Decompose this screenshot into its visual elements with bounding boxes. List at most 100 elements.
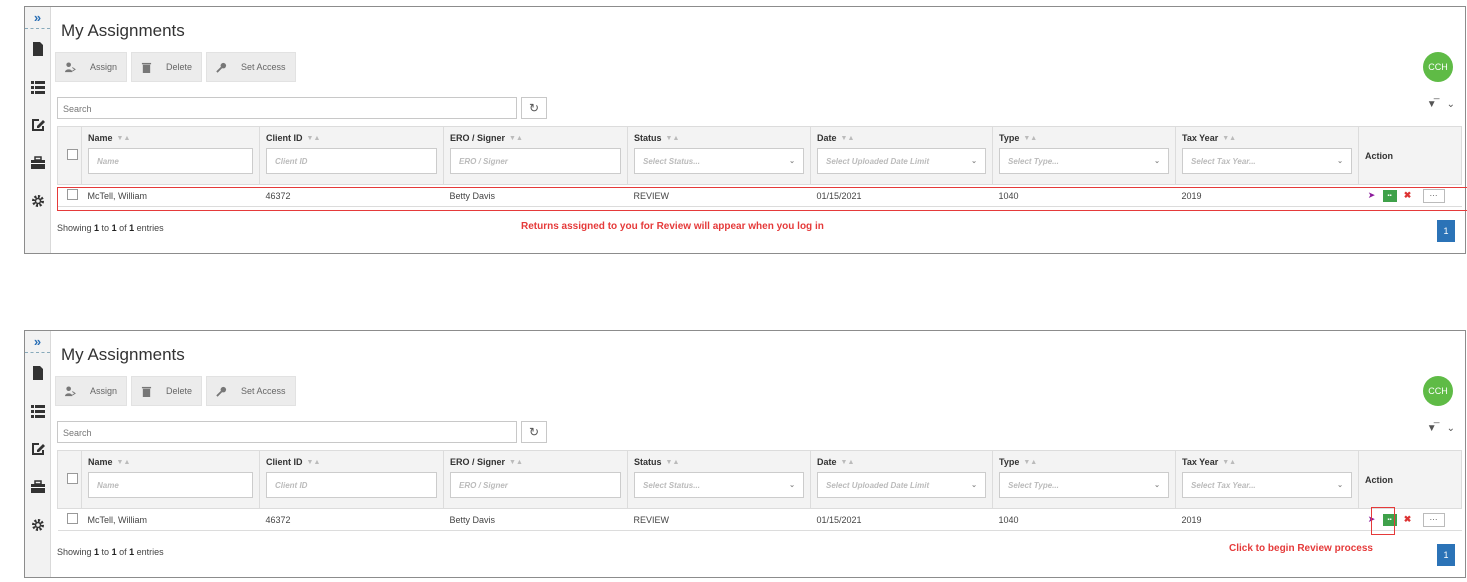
page-1-button[interactable]: 1 xyxy=(1437,544,1455,566)
column-filter-input[interactable]: Select Uploaded Date Limit ⌄ xyxy=(817,148,986,174)
column-header[interactable]: Type ▼▲ Select Type... ⌄ xyxy=(992,126,1176,185)
column-filter-input[interactable]: Select Tax Year... ⌄ xyxy=(1182,472,1352,498)
column-filter-input[interactable]: Select Uploaded Date Limit ⌄ xyxy=(817,472,986,498)
gear-icon[interactable] xyxy=(25,507,50,543)
column-header[interactable]: Name ▼▲ Name xyxy=(81,450,260,509)
column-filter-input[interactable]: ERO / Signer xyxy=(450,472,621,498)
refresh-icon[interactable]: ↻ xyxy=(521,97,547,119)
briefcase-icon[interactable] xyxy=(25,469,50,505)
column-header[interactable]: Action xyxy=(1358,450,1462,509)
column-header[interactable]: Status ▼▲ Select Status... ⌄ xyxy=(627,126,811,185)
column-header[interactable]: Date ▼▲ Select Uploaded Date Limit ⌄ xyxy=(810,450,993,509)
row-checkbox[interactable] xyxy=(66,513,78,524)
sort-icon[interactable]: ▼▲ xyxy=(1023,459,1037,466)
assign-button[interactable]: Assign xyxy=(55,376,128,406)
column-label: Client ID xyxy=(266,457,303,467)
delete-label: Delete xyxy=(166,62,193,72)
avatar[interactable]: CCH xyxy=(1423,52,1453,82)
column-label: Status xyxy=(634,133,662,143)
column-filter-input[interactable]: Select Status... ⌄ xyxy=(634,148,804,174)
column-header[interactable]: Client ID ▼▲ Client ID xyxy=(259,450,444,509)
column-filter-input[interactable]: Name xyxy=(88,472,253,498)
column-label: ERO / Signer xyxy=(450,457,506,467)
sort-icon[interactable]: ▼▲ xyxy=(509,135,523,142)
edit-icon[interactable] xyxy=(25,107,50,143)
list-icon[interactable] xyxy=(25,393,50,429)
column-header[interactable]: Name ▼▲ Name xyxy=(81,126,260,185)
sort-icon[interactable]: ▼▲ xyxy=(307,135,321,142)
filter-icon[interactable]: ▼̅ xyxy=(1427,423,1437,434)
sort-icon[interactable]: ▼▲ xyxy=(666,135,680,142)
sort-icon[interactable]: ▼▲ xyxy=(307,459,321,466)
list-icon[interactable] xyxy=(25,69,50,105)
cell-ero: Betty Davis xyxy=(443,508,628,531)
trash-icon xyxy=(141,386,152,397)
column-label: Type xyxy=(999,457,1020,467)
more-options-button[interactable]: ··· xyxy=(1422,512,1445,527)
refresh-icon[interactable]: ↻ xyxy=(521,421,547,443)
set-access-button[interactable]: Set Access xyxy=(206,376,296,406)
set-access-button[interactable]: Set Access xyxy=(206,52,296,82)
chevron-down-icon: ⌄ xyxy=(789,482,795,489)
column-filter-input[interactable]: Select Type... ⌄ xyxy=(999,148,1169,174)
assign-button[interactable]: Assign xyxy=(55,52,128,82)
column-filter-input[interactable]: Select Type... ⌄ xyxy=(999,472,1169,498)
chevron-down-icon[interactable]: ⌄ xyxy=(1447,99,1455,110)
assign-user-icon xyxy=(65,385,76,396)
column-header[interactable]: Tax Year ▼▲ Select Tax Year... ⌄ xyxy=(1175,126,1359,185)
close-icon[interactable]: ✖ xyxy=(1401,514,1415,526)
expand-sidebar-icon[interactable]: » xyxy=(25,331,50,353)
page-title: My Assignments xyxy=(61,345,185,364)
column-filter-input[interactable]: Select Status... ⌄ xyxy=(634,472,804,498)
search-input[interactable]: Search xyxy=(57,97,517,119)
expand-sidebar-icon[interactable]: » xyxy=(25,7,50,29)
chevron-down-icon: ⌄ xyxy=(1337,482,1343,489)
column-header[interactable]: Client ID ▼▲ Client ID xyxy=(259,126,444,185)
entries-info: Showing 1 to 1 of 1 entries xyxy=(57,547,164,557)
page-1-button[interactable]: 1 xyxy=(1437,220,1455,242)
assign-user-icon xyxy=(65,61,76,72)
select-all-checkbox[interactable] xyxy=(67,149,78,160)
sort-icon[interactable]: ▼▲ xyxy=(841,135,855,142)
sort-icon[interactable]: ▼▲ xyxy=(1023,135,1037,142)
main-content: My Assignments Assign Delete Set Access … xyxy=(51,331,1465,577)
column-header[interactable]: ERO / Signer ▼▲ ERO / Signer xyxy=(443,450,628,509)
sort-icon[interactable]: ▼▲ xyxy=(117,135,131,142)
column-header[interactable]: ERO / Signer ▼▲ ERO / Signer xyxy=(443,126,628,185)
table-row[interactable]: McTell, William 46372 Betty Davis REVIEW 01/… xyxy=(57,508,1462,531)
sort-icon[interactable]: ▼▲ xyxy=(666,459,680,466)
delete-button[interactable]: Delete xyxy=(131,376,203,406)
entries-info: Showing 1 to 1 of 1 entries xyxy=(57,223,164,233)
column-label: Tax Year xyxy=(1182,457,1219,467)
document-icon[interactable] xyxy=(25,31,50,67)
column-filter-input[interactable]: Name xyxy=(88,148,253,174)
briefcase-icon[interactable] xyxy=(25,145,50,181)
column-label: Client ID xyxy=(266,133,303,143)
column-filter-input[interactable]: Select Tax Year... ⌄ xyxy=(1182,148,1352,174)
column-filter-input[interactable]: Client ID xyxy=(266,472,437,498)
filter-icon[interactable]: ▼̅ xyxy=(1427,99,1437,110)
column-filter-input[interactable]: ERO / Signer xyxy=(450,148,621,174)
column-label: Status xyxy=(634,457,662,467)
sort-icon[interactable]: ▼▲ xyxy=(509,459,523,466)
cell-status: REVIEW xyxy=(627,508,811,531)
document-icon[interactable] xyxy=(25,355,50,391)
sort-icon[interactable]: ▼▲ xyxy=(117,459,131,466)
sort-icon[interactable]: ▼▲ xyxy=(1222,459,1236,466)
column-filter-input[interactable]: Client ID xyxy=(266,148,437,174)
avatar[interactable]: CCH xyxy=(1423,376,1453,406)
column-header[interactable]: Tax Year ▼▲ Select Tax Year... ⌄ xyxy=(1175,450,1359,509)
column-header[interactable]: Type ▼▲ Select Type... ⌄ xyxy=(992,450,1176,509)
column-header[interactable]: Action xyxy=(1358,126,1462,185)
delete-button[interactable]: Delete xyxy=(131,52,203,82)
column-header[interactable]: Status ▼▲ Select Status... ⌄ xyxy=(627,450,811,509)
column-header[interactable]: Date ▼▲ Select Uploaded Date Limit ⌄ xyxy=(810,126,993,185)
sort-icon[interactable]: ▼▲ xyxy=(841,459,855,466)
edit-icon[interactable] xyxy=(25,431,50,467)
select-all-checkbox[interactable] xyxy=(67,473,78,484)
search-input[interactable]: Search xyxy=(57,421,517,443)
chevron-down-icon[interactable]: ⌄ xyxy=(1447,423,1455,434)
gear-icon[interactable] xyxy=(25,183,50,219)
assignments-panel-2: » My Assignments Assign Delete Set Acces… xyxy=(24,330,1466,578)
sort-icon[interactable]: ▼▲ xyxy=(1222,135,1236,142)
